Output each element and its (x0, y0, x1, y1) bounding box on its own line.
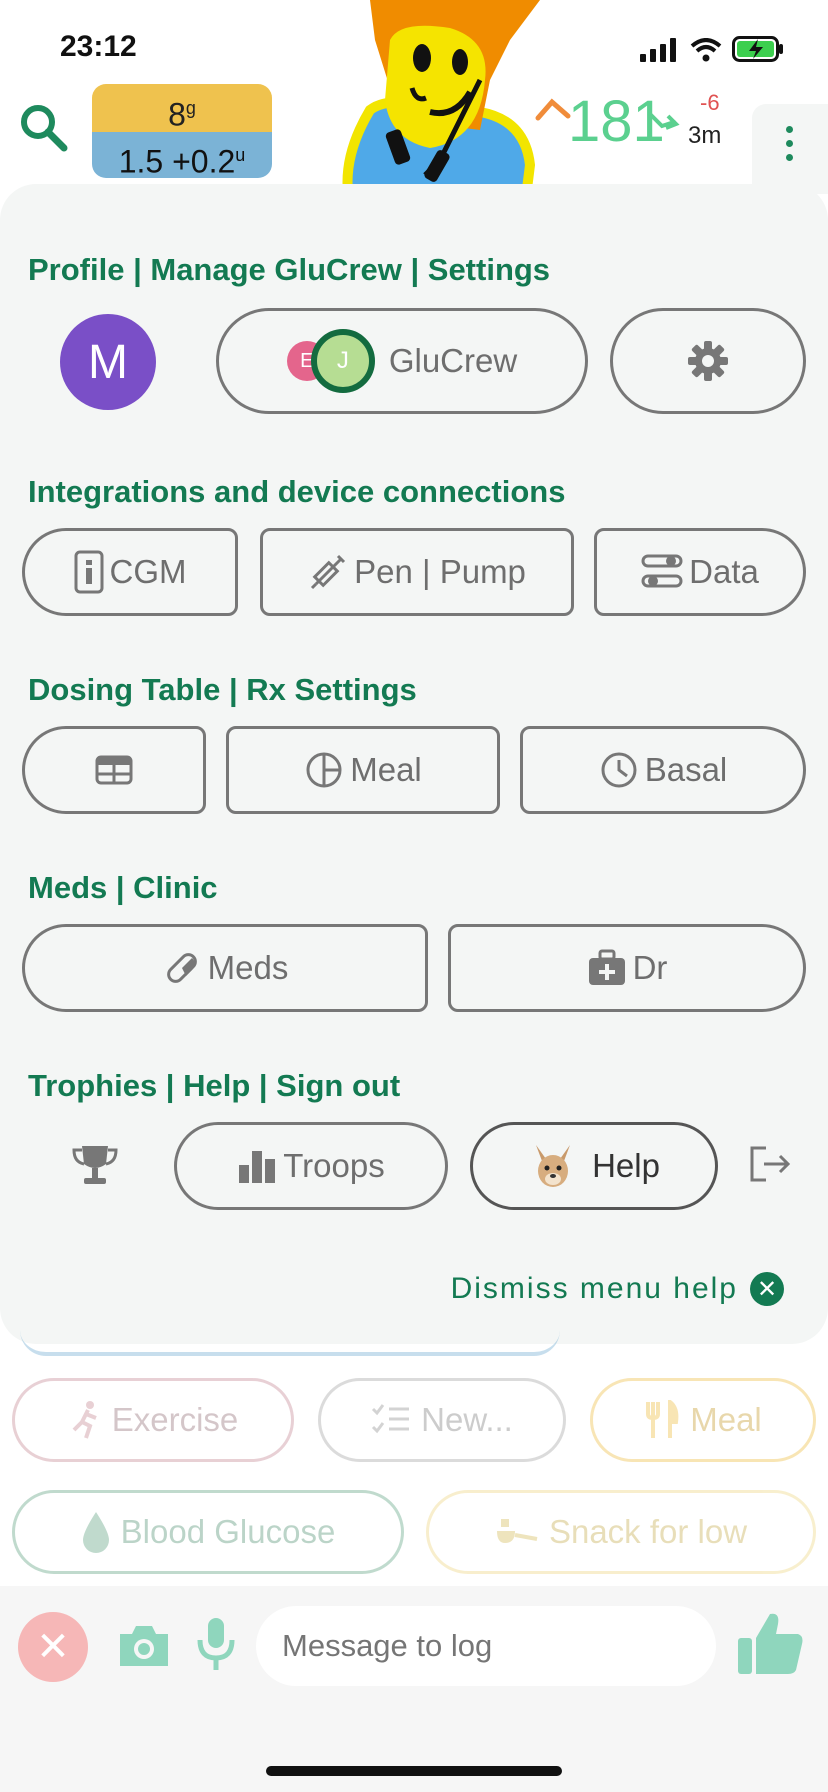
mascot-avatar-icon[interactable] (330, 0, 550, 210)
doctor-button[interactable]: Dr (448, 924, 806, 1012)
partial-card-edge (20, 1330, 560, 1356)
carb-insulin-summary[interactable]: 8g 1.5 +0.2u (92, 84, 272, 178)
search-icon[interactable] (16, 100, 70, 154)
dismiss-menu-help-button[interactable]: Dismiss menu help ✕ (451, 1272, 784, 1306)
snack-for-low-button[interactable]: Snack for low (426, 1490, 816, 1574)
pen-pump-label: Pen | Pump (354, 553, 526, 590)
help-label: Help (592, 1147, 660, 1184)
meds-button[interactable]: Meds (22, 924, 428, 1012)
cellular-signal-icon (640, 38, 676, 62)
profile-avatar[interactable]: M (60, 314, 156, 410)
meal-quick-label: Meal (690, 1401, 762, 1438)
gear-icon (688, 341, 728, 381)
data-sliders-icon (641, 554, 683, 588)
new-entry-button[interactable]: New... (318, 1378, 566, 1462)
running-person-icon (72, 1401, 97, 1439)
microphone-icon[interactable] (196, 1616, 236, 1672)
status-icons (640, 36, 784, 62)
clock-icon (601, 752, 637, 788)
crew-avatar-j: J (310, 329, 375, 393)
cgm-label: CGM (109, 553, 187, 590)
section-title-profile: Profile | Manage GluCrew | Settings (28, 252, 551, 287)
fork-knife-icon (646, 1400, 679, 1438)
meal-rx-button[interactable]: Meal (226, 726, 500, 814)
medical-kit-icon (588, 949, 625, 985)
dosing-table-button[interactable] (22, 726, 206, 814)
cgm-button[interactable]: CGM (22, 528, 238, 616)
table-icon (95, 755, 133, 785)
bar-chart-icon (239, 1151, 276, 1183)
help-button[interactable]: Help (470, 1122, 718, 1210)
insulin-total: 1.5 +0.2u (92, 132, 272, 178)
basal-rx-button[interactable]: Basal (520, 726, 806, 814)
blood-glucose-button[interactable]: Blood Glucose (12, 1490, 404, 1574)
sign-out-icon[interactable] (748, 1144, 792, 1184)
camera-icon[interactable] (116, 1622, 172, 1670)
kangaroo-icon (536, 1145, 571, 1187)
exercise-label: Exercise (111, 1401, 239, 1438)
glucrew-button[interactable]: E J GluCrew (216, 308, 588, 414)
section-title-trophies: Trophies | Help | Sign out (28, 1068, 401, 1103)
syringe-icon (311, 554, 346, 590)
thumbs-up-icon[interactable] (736, 1608, 806, 1678)
trend-arrow-down-right-icon (648, 112, 680, 130)
home-indicator (266, 1766, 562, 1776)
settings-button[interactable] (610, 308, 806, 414)
snack-for-low-label: Snack for low (548, 1513, 748, 1550)
message-input[interactable] (256, 1606, 716, 1686)
reading-age: 3m (688, 122, 722, 149)
pie-chart-icon (306, 752, 342, 788)
pen-pump-button[interactable]: Pen | Pump (260, 528, 574, 616)
close-icon: ✕ (750, 1272, 784, 1306)
section-title-dosing: Dosing Table | Rx Settings (28, 672, 417, 707)
section-title-integrations: Integrations and device connections (28, 474, 566, 509)
new-entry-label: New... (421, 1401, 513, 1438)
pill-icon (166, 953, 197, 983)
meal-quick-button[interactable]: Meal (590, 1378, 816, 1462)
more-menu-icon[interactable] (784, 126, 794, 168)
section-title-meds: Meds | Clinic (28, 870, 218, 905)
carbs-total: 8g (92, 84, 272, 133)
glucose-delta: -6 (700, 90, 720, 115)
meal-rx-label: Meal (350, 751, 422, 788)
dismiss-label: Dismiss menu help (450, 1272, 738, 1305)
data-button[interactable]: Data (594, 528, 806, 616)
battery-charging-icon (732, 36, 783, 62)
close-icon: ✕ (36, 1625, 70, 1669)
blood-glucose-label: Blood Glucose (120, 1513, 336, 1550)
meds-label: Meds (207, 949, 289, 986)
exercise-button[interactable]: Exercise (12, 1378, 294, 1462)
basal-rx-label: Basal (644, 751, 728, 788)
trophy-icon[interactable] (72, 1142, 118, 1188)
troops-label: Troops (283, 1147, 385, 1184)
blood-drop-icon (82, 1512, 109, 1553)
status-time: 23:12 (60, 30, 137, 63)
checklist-icon (372, 1404, 410, 1434)
doctor-label: Dr (632, 949, 668, 986)
wifi-icon (690, 38, 722, 62)
snack-spoon-icon (496, 1519, 538, 1543)
cancel-button[interactable]: ✕ (18, 1612, 88, 1682)
cgm-device-icon (74, 550, 103, 594)
data-label: Data (689, 553, 759, 590)
troops-button[interactable]: Troops (174, 1122, 448, 1210)
glucrew-label: GluCrew (388, 342, 518, 379)
